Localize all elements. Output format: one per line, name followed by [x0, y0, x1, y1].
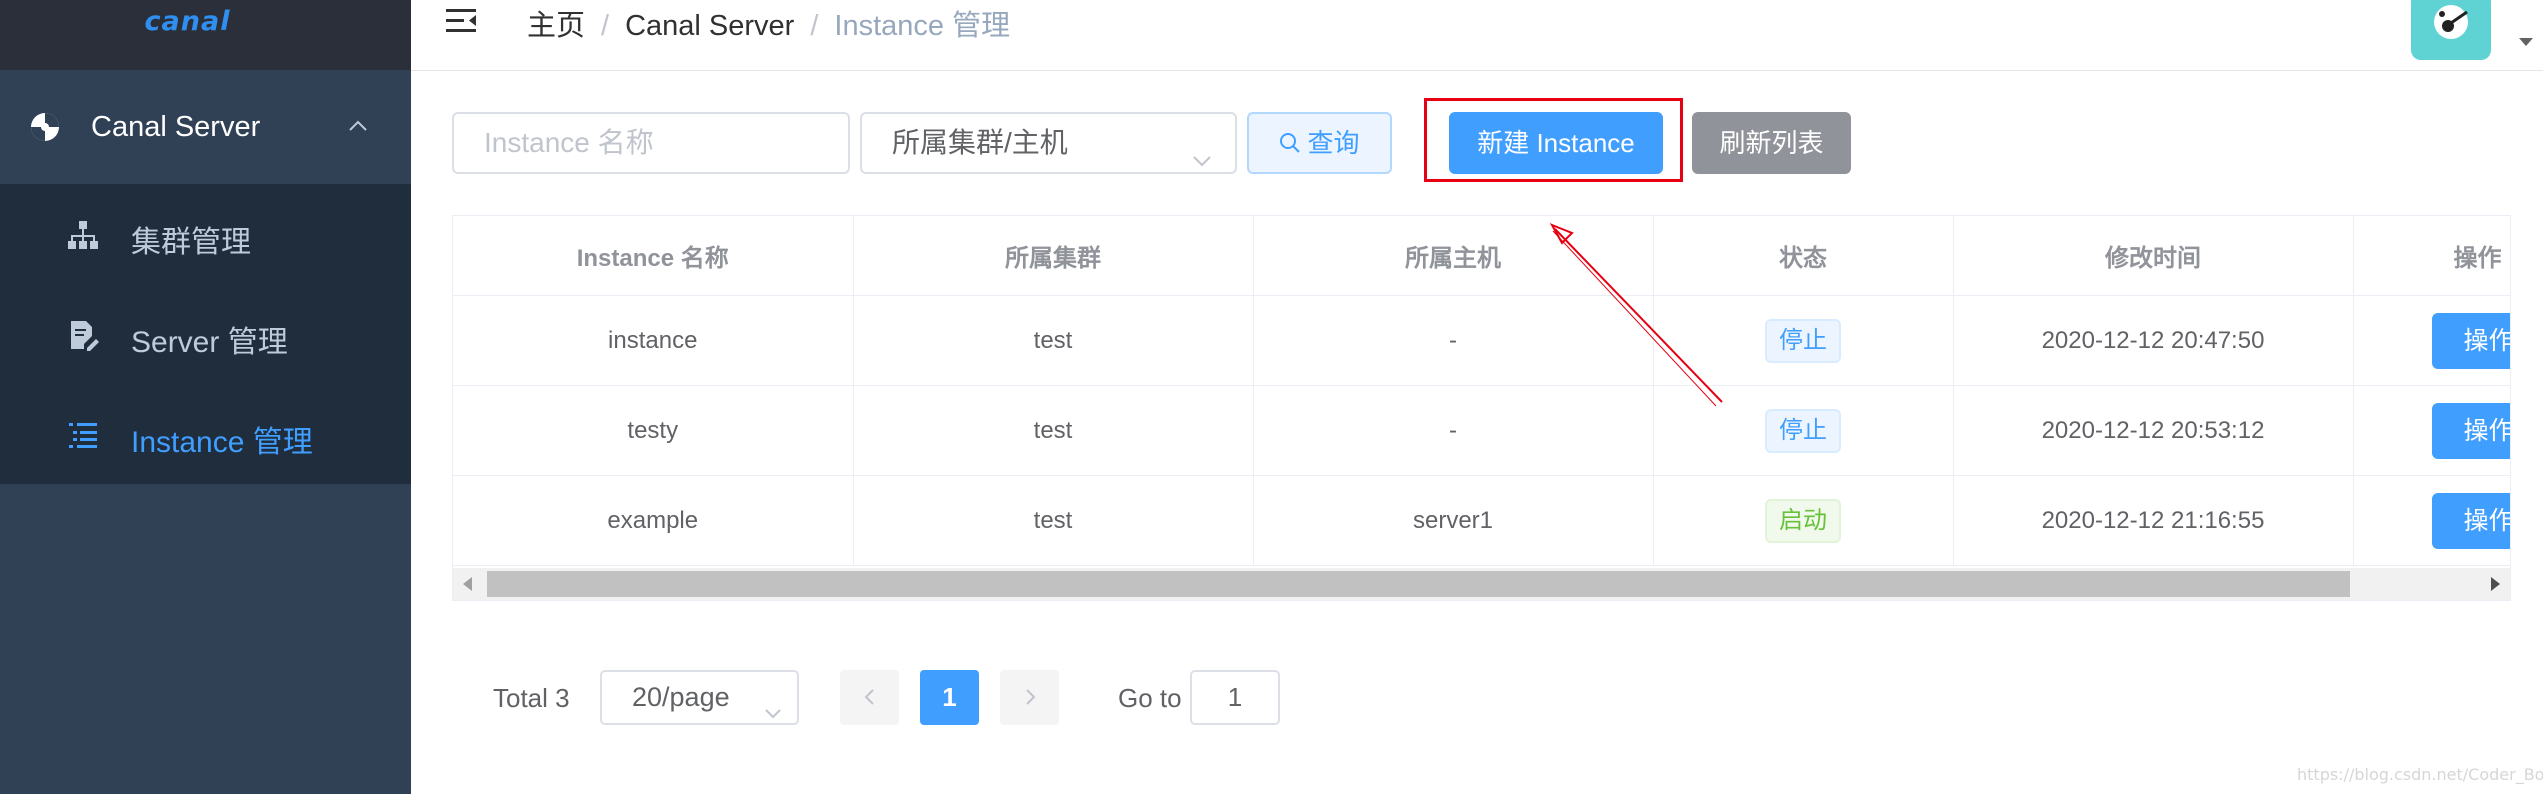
cell-host: - [1253, 295, 1654, 386]
status-badge: 启动 [1765, 498, 1841, 543]
cell-status: 停止 [1653, 295, 1954, 386]
cell-status: 停止 [1653, 385, 1954, 476]
breadcrumb-separator: / [810, 10, 819, 42]
cluster-host-select[interactable]: 所属集群/主机 [860, 112, 1237, 174]
page-size-select[interactable]: 20/page [600, 670, 799, 725]
canal-server-icon [28, 110, 62, 144]
breadcrumb-home[interactable]: 主页 [527, 10, 585, 42]
page-size-value: 20/page [632, 682, 730, 712]
cell-cluster: test [853, 295, 1254, 386]
scrollbar-thumb[interactable] [487, 571, 2350, 597]
cell-action: 操作 [2353, 295, 2510, 386]
column-header: 操作 [2353, 216, 2510, 296]
cell-name: testy [453, 385, 854, 476]
goto-page-input[interactable]: 1 [1190, 670, 1280, 725]
action-button[interactable]: 操作 [2431, 312, 2510, 369]
sidebar-item-label: Instance 管理 [131, 426, 313, 459]
header: 主页 / Canal Server / Instance 管理 [411, 0, 2543, 71]
cell-name: example [453, 475, 854, 566]
instance-name-input[interactable]: Instance 名称 [452, 112, 850, 174]
chevron-down-icon [1191, 134, 1213, 167]
next-page-button[interactable] [1000, 670, 1059, 725]
action-button[interactable]: 操作 [2431, 402, 2510, 459]
instance-table: Instance 名称 所属集群 所属主机 状态 修改时间 操作 instanc… [452, 215, 2511, 601]
table-row: testy test - 停止 2020-12-12 20:53:12 操作 [453, 385, 2510, 476]
sidebar-item-cluster[interactable]: 集群管理 [0, 184, 411, 284]
goto-label: Go to [1118, 683, 1182, 713]
status-badge: 停止 [1765, 318, 1841, 363]
sidebar-group-label: Canal Server [91, 111, 261, 143]
column-header: Instance 名称 [453, 216, 854, 296]
annotation-highlight-box [1424, 98, 1683, 182]
breadcrumb: 主页 / Canal Server / Instance 管理 [527, 2, 1010, 44]
submenu: 集群管理 Server 管理 Instance 管理 [0, 184, 411, 484]
status-badge: 停止 [1765, 408, 1841, 453]
avatar[interactable] [2411, 0, 2491, 60]
cell-action: 操作 [2353, 475, 2510, 566]
breadcrumb-current: Instance 管理 [834, 10, 1011, 42]
chevron-up-icon [346, 114, 370, 138]
sidebar-item-label: 集群管理 [131, 226, 251, 259]
cell-status: 启动 [1653, 475, 1954, 566]
breadcrumb-canal-server[interactable]: Canal Server [625, 10, 794, 42]
cell-cluster: test [853, 385, 1254, 476]
logo[interactable]: canal [0, 6, 375, 37]
table-header-row: Instance 名称 所属集群 所属主机 状态 修改时间 操作 [453, 216, 2510, 296]
cell-modified: 2020-12-12 21:16:55 [1953, 475, 2354, 566]
sidebar: canal Canal Server 集群管理 Server 管理 Instan… [0, 0, 411, 794]
column-header: 所属集群 [853, 216, 1254, 296]
sidebar-item-server[interactable]: Server 管理 [0, 284, 411, 384]
logo-bar: canal [0, 0, 411, 70]
table-row: example test server1 启动 2020-12-12 21:16… [453, 475, 2510, 566]
column-header: 状态 [1653, 216, 1954, 296]
prev-page-button[interactable] [840, 670, 899, 725]
menu-toggle-icon[interactable] [444, 4, 478, 38]
sidebar-group-canal-server[interactable]: Canal Server [0, 70, 411, 184]
horizontal-scrollbar[interactable] [453, 568, 2510, 600]
search-button-label: 查询 [1307, 128, 1360, 158]
search-icon [1280, 133, 1301, 153]
cell-name: instance [453, 295, 854, 386]
column-header: 修改时间 [1953, 216, 2354, 296]
cell-host: - [1253, 385, 1654, 476]
document-edit-icon [66, 318, 100, 352]
watermark: https://blog.csdn.net/Coder_Boy_ [2297, 765, 2543, 784]
page-number-current[interactable]: 1 [920, 670, 979, 725]
table-row: instance test - 停止 2020-12-12 20:47:50 操… [453, 295, 2510, 386]
refresh-list-button[interactable]: 刷新列表 [1692, 112, 1851, 174]
cluster-host-select-value: 所属集群/主机 [892, 127, 1068, 158]
search-button[interactable]: 查询 [1247, 112, 1392, 174]
breadcrumb-separator: / [601, 10, 610, 42]
chevron-right-icon [1025, 689, 1035, 705]
cell-cluster: test [853, 475, 1254, 566]
cell-modified: 2020-12-12 20:53:12 [1953, 385, 2354, 476]
column-header: 所属主机 [1253, 216, 1654, 296]
scroll-right-arrow-icon[interactable] [2491, 577, 2500, 591]
caret-down-icon[interactable] [2519, 38, 2533, 46]
action-button[interactable]: 操作 [2431, 492, 2510, 549]
sitemap-icon [66, 218, 100, 252]
pagination-total: Total 3 [493, 683, 570, 713]
chevron-left-icon [864, 689, 874, 705]
cell-action: 操作 [2353, 385, 2510, 476]
list-icon [66, 418, 100, 452]
cell-modified: 2020-12-12 20:47:50 [1953, 295, 2354, 386]
cell-host: server1 [1253, 475, 1654, 566]
sidebar-item-instance[interactable]: Instance 管理 [0, 384, 411, 484]
sidebar-item-label: Server 管理 [131, 326, 288, 359]
chevron-down-icon [763, 689, 783, 719]
scroll-left-arrow-icon[interactable] [463, 577, 472, 591]
